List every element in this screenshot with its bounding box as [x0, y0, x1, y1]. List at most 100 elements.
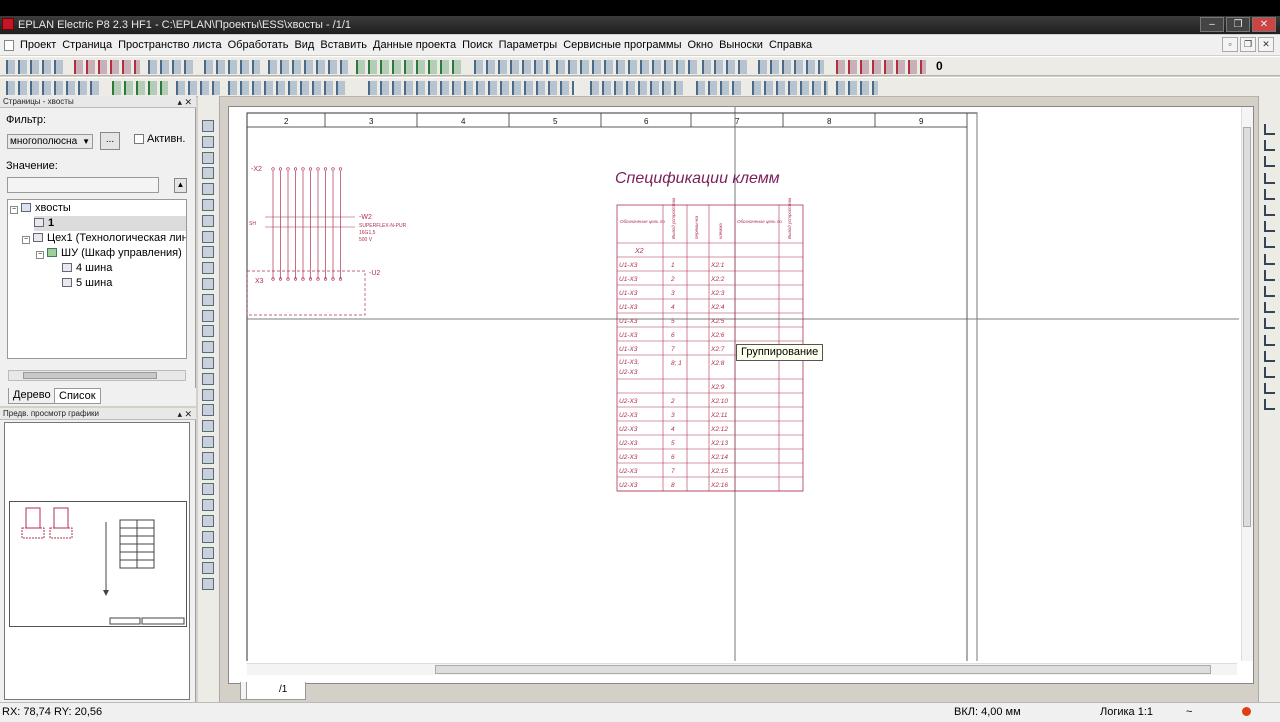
- draw-tool-icon[interactable]: [202, 262, 214, 275]
- draw-tool-icon[interactable]: [202, 293, 214, 306]
- draw-tool-icon[interactable]: [202, 562, 214, 575]
- spec-table-row[interactable]: U2-X3 7 X2:15: [619, 468, 728, 475]
- corner-tool-icon[interactable]: [1264, 253, 1275, 265]
- corner-tool-icon[interactable]: [1264, 172, 1275, 184]
- plc-tool-icons[interactable]: [590, 81, 686, 95]
- canvas-hscroll-thumb[interactable]: [435, 665, 1211, 674]
- draw-tool-icon[interactable]: [202, 372, 214, 385]
- connection-tool-icons[interactable]: [556, 60, 698, 74]
- tree-item-bus-5[interactable]: 5 шина: [62, 276, 112, 291]
- spec-table-row[interactable]: U2-X3 4 X2:12: [619, 426, 728, 433]
- symbol-tool-icons[interactable]: [148, 60, 196, 74]
- preview-panel-close-icon[interactable]: ▴ ✕: [177, 408, 192, 420]
- corner-tool-icon[interactable]: [1264, 140, 1275, 152]
- menu-help[interactable]: Справка: [766, 35, 815, 55]
- draw-tool-icon[interactable]: [202, 578, 214, 591]
- corner-tool-icon[interactable]: [1264, 399, 1275, 411]
- value-input[interactable]: [7, 177, 159, 193]
- active-checkbox[interactable]: [134, 134, 144, 144]
- corner-tool-icon[interactable]: [1264, 383, 1275, 395]
- draw-tool-icon[interactable]: [202, 420, 214, 433]
- macro-tool-icons[interactable]: [696, 81, 742, 95]
- draw-tool-icon[interactable]: [202, 357, 214, 369]
- list-tool-icons[interactable]: [702, 60, 748, 74]
- corner-tool-icon[interactable]: [1264, 188, 1275, 200]
- minimize-button[interactable]: –: [1200, 17, 1224, 32]
- draw-tool-icon[interactable]: [202, 199, 214, 211]
- corner-tool-icon[interactable]: [1264, 367, 1275, 378]
- draw-tool-icon[interactable]: [202, 404, 214, 417]
- draw-tool-icon[interactable]: [202, 214, 214, 227]
- corner-tool-icon[interactable]: [1264, 156, 1275, 168]
- draw-tool-icon[interactable]: [202, 246, 214, 259]
- terminal-tool-icons[interactable]: [368, 81, 574, 95]
- tree-horizontal-scrollbar[interactable]: [8, 370, 186, 381]
- spec-table-row[interactable]: U2-X3 2 X2:10: [619, 398, 728, 405]
- tree-expand-icon[interactable]: −: [36, 251, 44, 259]
- tree-item-cabinet[interactable]: − ШУ (Шкаф управления): [36, 246, 182, 261]
- mdi-close-button[interactable]: ✕: [1258, 37, 1274, 52]
- menu-layout-space[interactable]: Пространство листа: [115, 35, 225, 55]
- placement-tool-icons[interactable]: [752, 81, 828, 95]
- draw-tool-icon[interactable]: [202, 499, 214, 512]
- zoom-tool-icons[interactable]: [356, 60, 464, 74]
- draw-tool-icon[interactable]: [202, 151, 214, 164]
- spec-table-row[interactable]: U2-X3 3 X2:11: [619, 412, 728, 419]
- cable-tool-icons[interactable]: [176, 81, 220, 95]
- edit-tool-icons[interactable]: [74, 60, 140, 74]
- corner-tool-icon[interactable]: [1264, 269, 1275, 281]
- spec-table-row[interactable]: U2-X3 6 X2:14: [619, 454, 728, 461]
- maximize-button[interactable]: ❐: [1226, 17, 1250, 32]
- report-tool-icons[interactable]: [836, 60, 926, 74]
- draw-tool-icon[interactable]: [202, 451, 214, 464]
- draw-tool-icon[interactable]: [202, 467, 214, 480]
- tree-item-workshop[interactable]: − Цех1 (Технологическая линия): [22, 231, 186, 246]
- corner-tool-icon[interactable]: [1264, 205, 1275, 216]
- close-button[interactable]: ✕: [1252, 17, 1276, 32]
- menu-edit[interactable]: Обработать: [225, 35, 292, 55]
- corner-tool-icon[interactable]: [1264, 334, 1275, 346]
- draw-tool-icon[interactable]: [202, 230, 214, 243]
- menu-insert[interactable]: Вставить: [317, 35, 370, 55]
- potential-tool-icons[interactable]: [228, 81, 348, 95]
- mdi-restore-button[interactable]: ❐: [1240, 37, 1256, 52]
- menu-callouts[interactable]: Выноски: [716, 35, 766, 55]
- sheet-tab-1[interactable]: /1: [246, 682, 306, 700]
- extra-tool-icons[interactable]: [836, 81, 878, 95]
- filter-options-button[interactable]: ...: [100, 132, 120, 150]
- filter-select[interactable]: многополюсна ▼: [7, 134, 93, 149]
- schematic-sheet[interactable]: 2 3 4 5 6 7 8 9 -X2 -W2 SUPERFLEX-N-PUR16G1,5500 …: [229, 107, 1239, 661]
- menu-utilities[interactable]: Сервисные программы: [560, 35, 684, 55]
- draw-tool-icon[interactable]: [202, 436, 214, 448]
- file-tool-icons[interactable]: [6, 60, 66, 74]
- draw-tool-icon[interactable]: [202, 325, 214, 338]
- menu-window[interactable]: Окно: [685, 35, 717, 55]
- menu-page[interactable]: Страница: [59, 35, 115, 55]
- value-apply-button[interactable]: ▲: [174, 178, 187, 193]
- draw-tool-icon[interactable]: [202, 515, 214, 527]
- tree-item-bus-4[interactable]: 4 шина: [62, 261, 112, 276]
- corner-tool-icon[interactable]: [1264, 124, 1275, 135]
- undo-redo-icons[interactable]: [204, 60, 260, 74]
- draw-tool-icon[interactable]: [202, 388, 214, 401]
- tree-expand-icon[interactable]: −: [22, 236, 30, 244]
- device-tool-icons[interactable]: [112, 81, 168, 95]
- spec-table-row[interactable]: U2-X3 5 X2:13: [619, 440, 728, 447]
- spec-table-row[interactable]: X2:9: [710, 384, 725, 391]
- corner-tool-icon[interactable]: [1264, 318, 1275, 330]
- corner-tool-icon[interactable]: [1264, 221, 1275, 233]
- spec-table-row[interactable]: U2-X3 8 X2:16: [619, 482, 728, 489]
- menu-find[interactable]: Поиск: [459, 35, 495, 55]
- drawing-canvas[interactable]: 2 3 4 5 6 7 8 9 -X2 -W2 SUPERFLEX-N-PUR 16G1,5 500 …: [228, 106, 1254, 684]
- draw-tool-icon[interactable]: [202, 546, 214, 559]
- tree-scroll-thumb[interactable]: [23, 372, 157, 379]
- draw-tool-icon[interactable]: [202, 278, 214, 290]
- menu-options[interactable]: Параметры: [496, 35, 561, 55]
- draw-tool-icon[interactable]: [202, 309, 214, 322]
- corner-tool-icon[interactable]: [1264, 350, 1275, 362]
- menu-project-data[interactable]: Данные проекта: [370, 35, 459, 55]
- draw-tool-icon[interactable]: [202, 530, 214, 543]
- draw-tool-icon[interactable]: [202, 341, 214, 354]
- corner-tool-icon[interactable]: [1264, 302, 1275, 314]
- tree-item-project[interactable]: − хвосты: [10, 201, 71, 216]
